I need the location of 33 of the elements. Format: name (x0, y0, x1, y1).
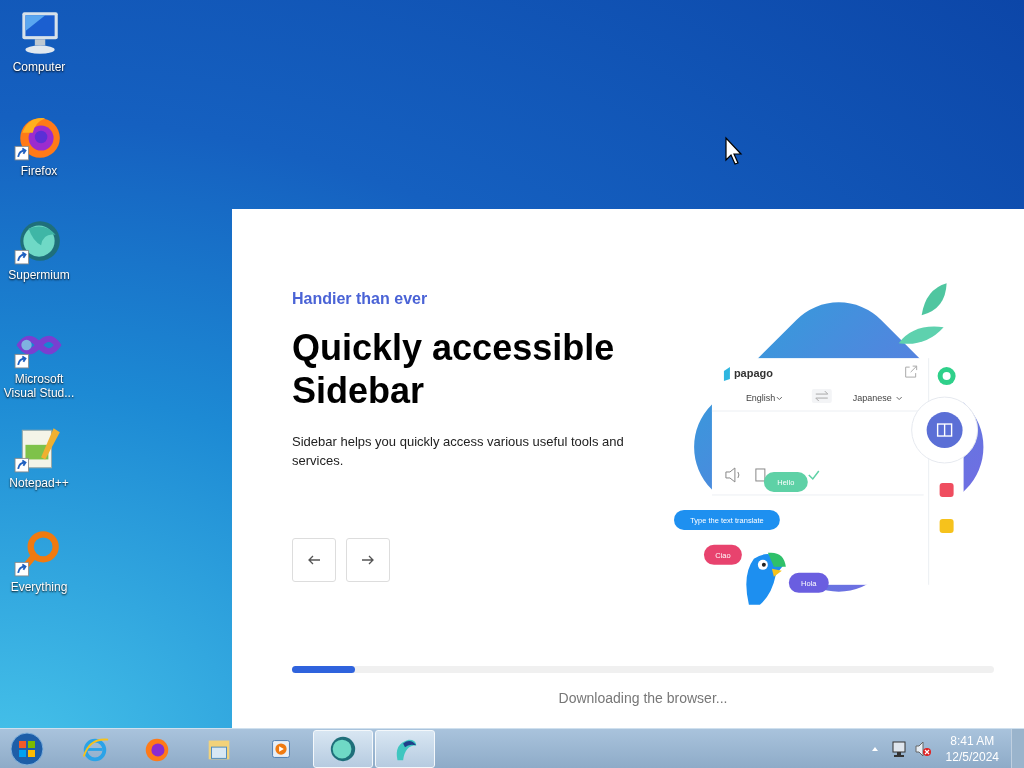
leaf-drawing (899, 283, 948, 344)
desktop-icon-label[interactable]: Notepad++ (9, 476, 69, 490)
description-text: Sidebar helps you quickly access various useful tools and services. (292, 433, 625, 470)
swap-icon (812, 389, 833, 404)
swoosh-icon[interactable] (375, 729, 435, 768)
next-button[interactable] (346, 538, 390, 582)
clock-time[interactable]: 8:41 AM (950, 732, 995, 749)
clock-date[interactable]: 12/5/2024 (945, 748, 999, 765)
target-language: Japanese (853, 393, 893, 404)
chevron-icon (896, 396, 903, 401)
start-button[interactable] (9, 730, 45, 767)
document-icon (755, 468, 766, 482)
speaker-icon (725, 467, 740, 483)
chevron-icon (776, 396, 783, 401)
desktop-icon-label[interactable]: Supermium (8, 268, 70, 282)
desktop-icon-label[interactable]: Computer (12, 60, 66, 74)
previous-button[interactable] (292, 538, 336, 582)
source-language: English (746, 393, 776, 404)
desktop-icon-label[interactable]: Firefox (20, 164, 58, 178)
desktop-icon-label[interactable]: Microsoft Visual Stud... (0, 372, 78, 400)
parrot-drawing (746, 552, 787, 605)
cursor-icon (724, 136, 744, 166)
logo-icon (724, 367, 731, 382)
app-name: papago (734, 367, 774, 380)
eyebrow-text: Handier than ever (292, 290, 429, 308)
check-icon (808, 470, 821, 481)
headline: Quickly accessible Sidebar (292, 326, 616, 412)
network-icon[interactable] (889, 739, 908, 758)
desktop-icon-label[interactable]: Everything (10, 580, 68, 594)
external-link-icon (905, 365, 918, 378)
volume-muted-icon[interactable] (913, 739, 932, 758)
sidebar-app-icon (938, 367, 957, 386)
status-text: Downloading the browser... (557, 690, 729, 706)
